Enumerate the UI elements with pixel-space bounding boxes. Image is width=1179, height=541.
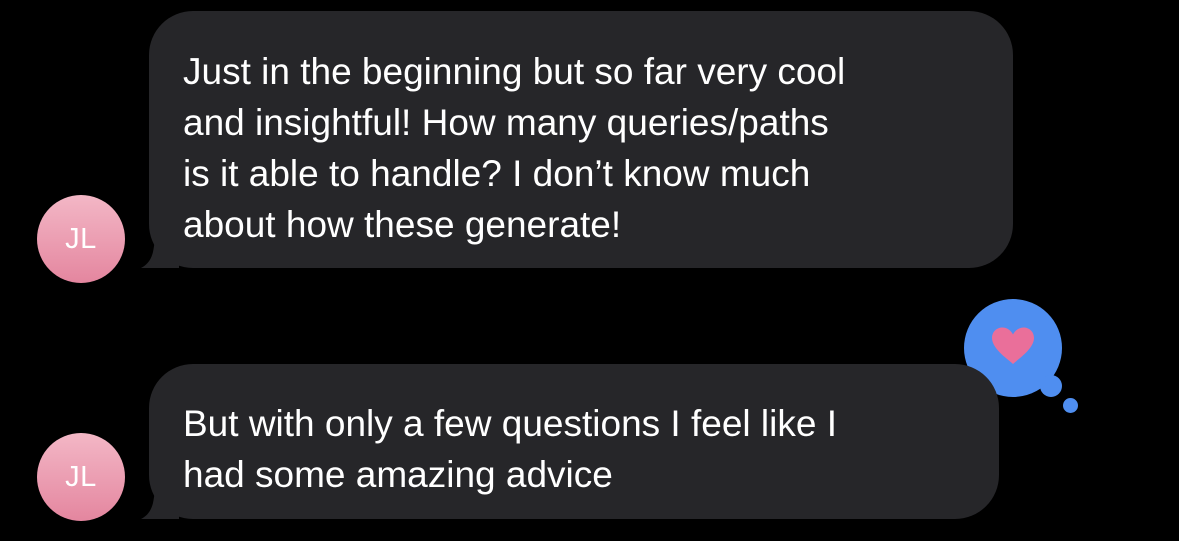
message-text-line: is it able to handle? I don’t know much [183, 153, 811, 194]
message-text-line: about how these generate! [183, 204, 622, 245]
avatar[interactable]: JL [37, 433, 125, 521]
avatar-initials: JL [65, 460, 97, 493]
tapback-bubble-tail [1040, 375, 1062, 397]
avatar[interactable]: JL [37, 195, 125, 283]
message-text-line: But with only a few questions I feel lik… [183, 403, 838, 444]
heart-icon [990, 326, 1036, 371]
message-bubble[interactable]: Just in the beginning but so far very co… [141, 11, 1013, 268]
message-text-line: Just in the beginning but so far very co… [183, 51, 846, 92]
message-text-line: had some amazing advice [183, 454, 613, 495]
message-bubble[interactable]: But with only a few questions I feel lik… [141, 364, 999, 519]
tapback-bubble-dot [1063, 398, 1078, 413]
bubble-tail [133, 234, 179, 268]
avatar-initials: JL [65, 222, 97, 255]
bubble-tail [133, 485, 179, 519]
message-text-line: and insightful! How many queries/paths [183, 102, 829, 143]
